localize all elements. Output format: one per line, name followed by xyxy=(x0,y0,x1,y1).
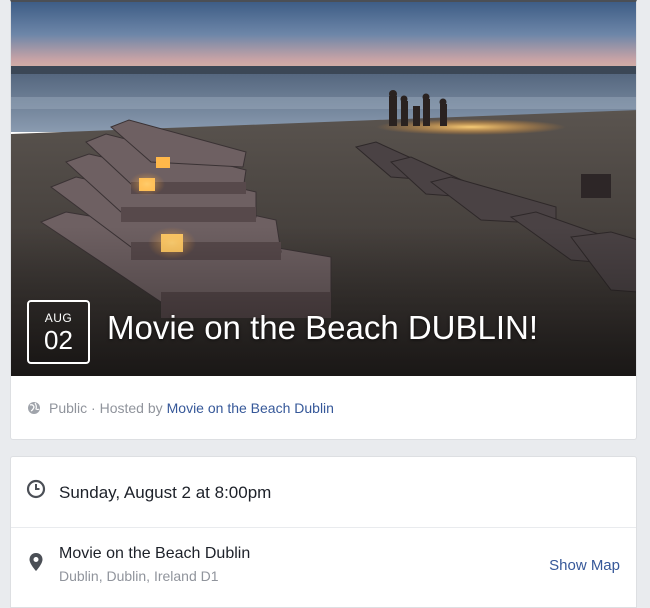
event-time-text: Sunday, August 2 at 8:00pm xyxy=(59,483,272,502)
hosted-by-label: · Hosted by xyxy=(91,400,163,416)
location-address: Dublin, Dublin, Ireland D1 xyxy=(59,568,219,584)
host-link[interactable]: Movie on the Beach Dublin xyxy=(167,400,334,416)
globe-icon xyxy=(28,402,40,414)
map-pin-icon xyxy=(29,553,43,571)
event-location-row: Movie on the Beach Dublin Dublin, Dublin… xyxy=(11,529,636,607)
event-details-card: Sunday, August 2 at 8:00pm Movie on the … xyxy=(10,456,637,608)
date-day: 02 xyxy=(44,325,73,355)
date-month: AUG xyxy=(44,311,73,325)
event-privacy-host-row: Public · Hosted by Movie on the Beach Du… xyxy=(27,400,334,416)
privacy-label: Public xyxy=(49,400,88,416)
event-title: Movie on the Beach DUBLIN! xyxy=(107,309,539,346)
location-name[interactable]: Movie on the Beach Dublin xyxy=(59,545,250,563)
event-time-row: Sunday, August 2 at 8:00pm xyxy=(11,457,636,528)
event-date-badge: AUG 02 xyxy=(27,300,90,364)
event-header-card: AUG 02 Movie on the Beach DUBLIN! Public… xyxy=(10,0,637,440)
show-map-link[interactable]: Show Map xyxy=(549,557,620,574)
clock-icon xyxy=(26,479,46,499)
